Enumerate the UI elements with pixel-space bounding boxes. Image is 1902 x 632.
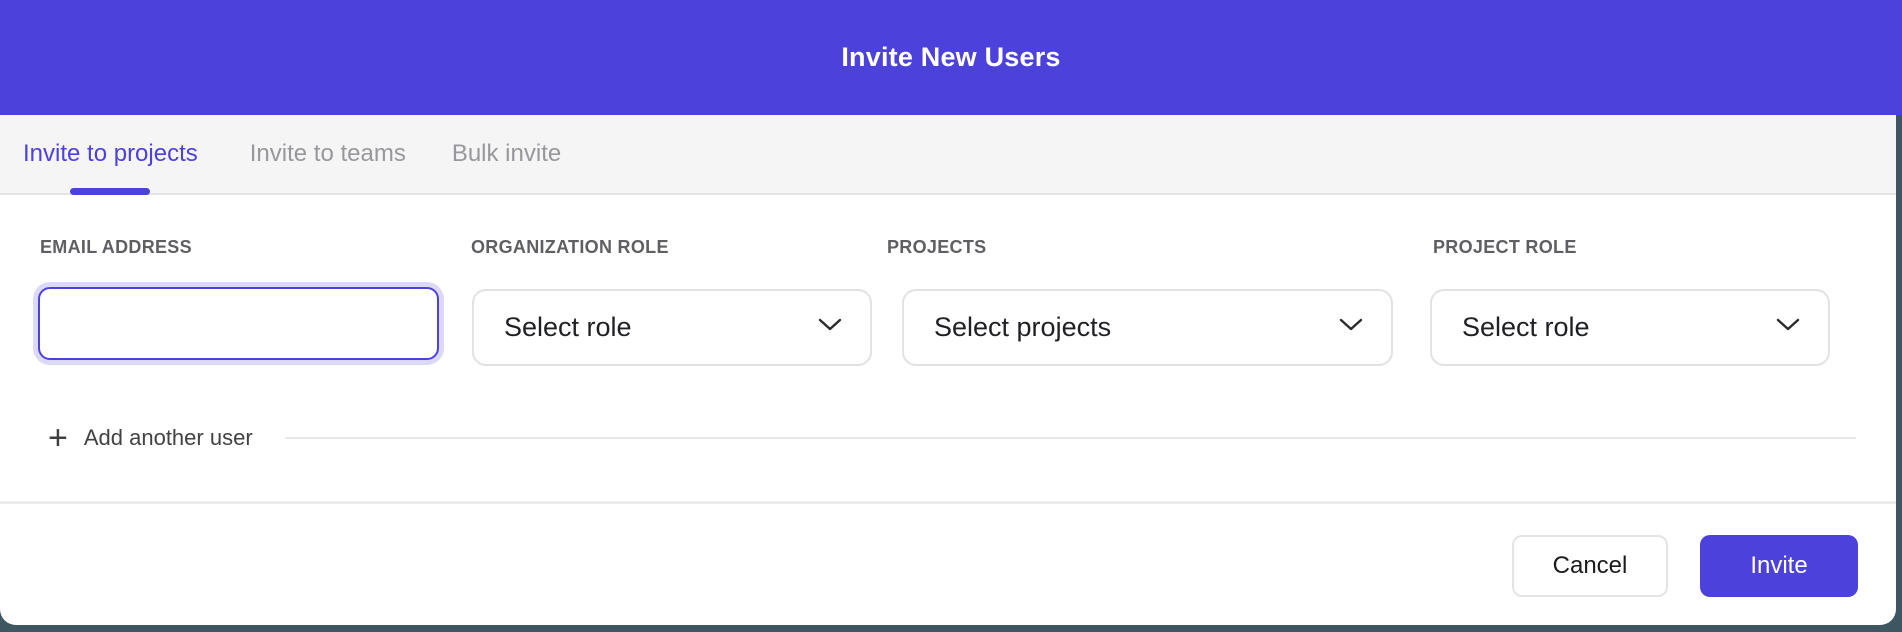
page-title: Invite New Users	[841, 42, 1060, 73]
invite-button[interactable]: Invite	[1700, 535, 1858, 597]
add-another-user-button[interactable]: Add another user	[84, 425, 253, 451]
modal-body: Invite to projects Invite to teams Bulk …	[0, 115, 1896, 625]
project-role-label: PROJECT ROLE	[1433, 237, 1577, 258]
footer-divider	[0, 501, 1896, 504]
email-label: EMAIL ADDRESS	[40, 237, 192, 258]
row-divider	[285, 437, 1856, 439]
org-role-select[interactable]: Select role	[472, 289, 872, 366]
email-input[interactable]	[38, 287, 439, 360]
project-role-field-group: PROJECT ROLE Select role	[1433, 237, 1577, 258]
tab-label: Invite to projects	[23, 140, 198, 168]
chevron-down-icon	[1339, 318, 1363, 337]
org-role-selected-value: Select role	[504, 312, 632, 343]
projects-select[interactable]: Select projects	[902, 289, 1393, 366]
email-field-group: EMAIL ADDRESS	[40, 237, 192, 258]
projects-selected-value: Select projects	[934, 312, 1111, 343]
add-another-user-row: + Add another user	[0, 420, 1896, 456]
cancel-button[interactable]: Cancel	[1512, 535, 1668, 597]
modal-header: Invite New Users	[0, 0, 1902, 115]
chevron-down-icon	[1776, 318, 1800, 337]
tab-invite-to-projects[interactable]: Invite to projects	[23, 115, 198, 193]
tab-bulk-invite[interactable]: Bulk invite	[452, 115, 561, 193]
project-role-selected-value: Select role	[1462, 312, 1590, 343]
projects-label: PROJECTS	[887, 237, 986, 258]
chevron-down-icon	[818, 318, 842, 337]
active-tab-indicator	[70, 188, 150, 195]
project-role-select[interactable]: Select role	[1430, 289, 1830, 366]
tab-label: Invite to teams	[250, 140, 406, 168]
org-role-label: ORGANIZATION ROLE	[471, 237, 669, 258]
tab-invite-to-teams[interactable]: Invite to teams	[250, 115, 406, 193]
invite-modal: Invite New Users Invite to projects Invi…	[0, 0, 1902, 632]
plus-icon[interactable]: +	[48, 421, 68, 455]
org-role-field-group: ORGANIZATION ROLE Select role	[471, 237, 669, 258]
tab-label: Bulk invite	[452, 140, 561, 168]
projects-field-group: PROJECTS Select projects	[887, 237, 986, 258]
tab-bar: Invite to projects Invite to teams Bulk …	[0, 115, 1896, 195]
